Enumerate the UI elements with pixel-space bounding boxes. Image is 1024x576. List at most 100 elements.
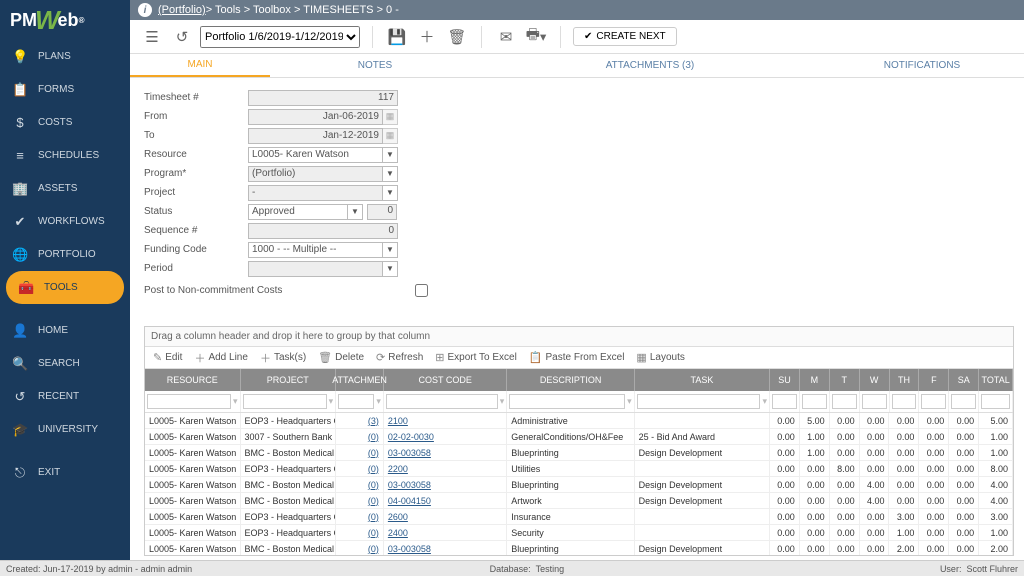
add-icon[interactable]: ＋ [415,25,439,49]
print-icon[interactable]: 🖶▾ [524,25,548,49]
sidebar-item-university[interactable]: 🎓UNIVERSITY [0,413,130,446]
delete-button[interactable]: 🗑Delete [318,351,364,364]
filter-att[interactable] [338,394,374,409]
filter-th[interactable] [892,394,917,409]
filter-desc[interactable] [509,394,625,409]
mail-icon[interactable]: ✉ [494,25,518,49]
col-description[interactable]: DESCRIPTION [507,369,634,391]
status-select[interactable]: Approved [248,204,348,220]
export-excel-button[interactable]: ⊞Export To Excel [435,351,517,364]
chevron-down-icon[interactable]: ▼ [348,204,363,220]
add-line-button[interactable]: ＋Add Line [194,350,247,366]
col-f[interactable]: F [919,369,949,391]
tab-main[interactable]: MAIN [130,54,270,77]
col-m[interactable]: M [800,369,830,391]
funnel-icon[interactable]: ▾ [376,396,381,407]
cost-code-link[interactable]: 2400 [388,528,408,538]
funnel-icon[interactable]: ▾ [329,396,334,407]
sidebar-item-forms[interactable]: 📋FORMS [0,73,130,106]
table-row[interactable]: L0005- Karen WatsonEOP3 - Headquarters O… [145,525,1013,541]
calendar-icon[interactable]: ▦ [383,128,398,144]
filter-sa[interactable] [951,394,976,409]
tab-attachments[interactable]: ATTACHMENTS (3) [480,54,820,77]
col-resource[interactable]: RESOURCE [145,369,241,391]
col-su[interactable]: SU [770,369,800,391]
save-icon[interactable]: 💾 [385,25,409,49]
cost-code-link[interactable]: 2600 [388,512,408,522]
tasks-button[interactable]: ＋Task(s) [260,350,306,366]
tab-notes[interactable]: NOTES [270,54,480,77]
col-cost-code[interactable]: COST CODE [384,369,507,391]
filter-w[interactable] [862,394,887,409]
funnel-icon[interactable]: ▾ [762,396,767,407]
sidebar-item-recent[interactable]: ↺RECENT [0,380,130,413]
edit-button[interactable]: ✎Edit [153,351,182,364]
program-select[interactable]: (Portfolio) [248,166,383,182]
col-total[interactable]: TOTAL [979,369,1013,391]
table-row[interactable]: L0005- Karen Watson3007 - Southern Bank(… [145,429,1013,445]
list-icon[interactable]: ☰ [140,25,164,49]
resource-select[interactable]: L0005- Karen Watson [248,147,383,163]
funding-select[interactable]: 1000 - -- Multiple -- [248,242,383,258]
sidebar-item-search[interactable]: 🔍SEARCH [0,347,130,380]
sidebar-item-portfolio[interactable]: 🌐PORTFOLIO [0,238,130,271]
col-th[interactable]: TH [890,369,920,391]
table-row[interactable]: L0005- Karen WatsonEOP3 - Headquarters O… [145,461,1013,477]
filter-cost[interactable] [386,394,498,409]
layouts-button[interactable]: ▦Layouts [636,351,684,364]
table-row[interactable]: L0005- Karen WatsonBMC - Boston Medical … [145,541,1013,555]
table-row[interactable]: L0005- Karen WatsonEOP3 - Headquarters O… [145,413,1013,429]
sidebar-item-tools[interactable]: 🧰TOOLS [6,271,124,304]
info-icon[interactable]: i [138,3,152,17]
paste-excel-button[interactable]: 📋Paste From Excel [529,351,625,364]
col-attachment[interactable]: ATTACHMEN [336,369,384,391]
col-sa[interactable]: SA [949,369,979,391]
create-next-button[interactable]: ✔CREATE NEXT [573,27,677,46]
chevron-down-icon[interactable]: ▼ [383,185,398,201]
filter-f[interactable] [921,394,946,409]
period-select[interactable] [248,261,383,277]
refresh-button[interactable]: ⟳Refresh [376,351,423,364]
filter-t[interactable] [832,394,857,409]
cost-code-link[interactable]: 2200 [388,464,408,474]
cost-code-link[interactable]: 2100 [388,416,408,426]
table-row[interactable]: L0005- Karen WatsonBMC - Boston Medical … [145,493,1013,509]
filter-resource[interactable] [147,394,231,409]
group-hint[interactable]: Drag a column header and drop it here to… [145,327,1013,347]
col-w[interactable]: W [860,369,890,391]
from-field[interactable]: Jan-06-2019 [248,109,383,125]
project-select[interactable]: - [248,185,383,201]
cost-code-link[interactable]: 03-003058 [388,448,431,458]
tab-notifications[interactable]: NOTIFICATIONS [820,54,1024,77]
sidebar-item-exit[interactable]: ⎋EXIT [0,456,130,489]
sidebar-item-costs[interactable]: $COSTS [0,106,130,139]
sidebar-item-plans[interactable]: 💡PLANS [0,40,130,73]
cost-code-link[interactable]: 04-004150 [388,496,431,506]
funnel-icon[interactable]: ▾ [627,396,632,407]
breadcrumb-portfolio[interactable]: (Portfolio) [158,4,206,16]
chevron-down-icon[interactable]: ▼ [383,147,398,163]
calendar-icon[interactable]: ▦ [383,109,398,125]
history-icon[interactable]: ↺ [170,25,194,49]
sidebar-item-workflows[interactable]: ✔WORKFLOWS [0,205,130,238]
to-field[interactable]: Jan-12-2019 [248,128,383,144]
cost-code-link[interactable]: 02-02-0030 [388,432,434,442]
record-selector[interactable]: Portfolio 1/6/2019-1/12/2019 [200,26,360,48]
filter-total[interactable] [981,394,1010,409]
col-t[interactable]: T [830,369,860,391]
sidebar-item-schedules[interactable]: ≡SCHEDULES [0,139,130,172]
cost-code-link[interactable]: 03-003058 [388,480,431,490]
chevron-down-icon[interactable]: ▼ [383,261,398,277]
chevron-down-icon[interactable]: ▼ [383,242,398,258]
filter-su[interactable] [772,394,797,409]
filter-m[interactable] [802,394,827,409]
sidebar-item-assets[interactable]: 🏢ASSETS [0,172,130,205]
table-row[interactable]: L0005- Karen WatsonBMC - Boston Medical … [145,477,1013,493]
sidebar-item-home[interactable]: 👤HOME [0,314,130,347]
funnel-icon[interactable]: ▾ [233,396,238,407]
filter-task[interactable] [637,394,761,409]
table-row[interactable]: L0005- Karen WatsonBMC - Boston Medical … [145,445,1013,461]
col-task[interactable]: TASK [635,369,770,391]
post-checkbox[interactable] [415,284,428,297]
col-project[interactable]: PROJECT [241,369,337,391]
